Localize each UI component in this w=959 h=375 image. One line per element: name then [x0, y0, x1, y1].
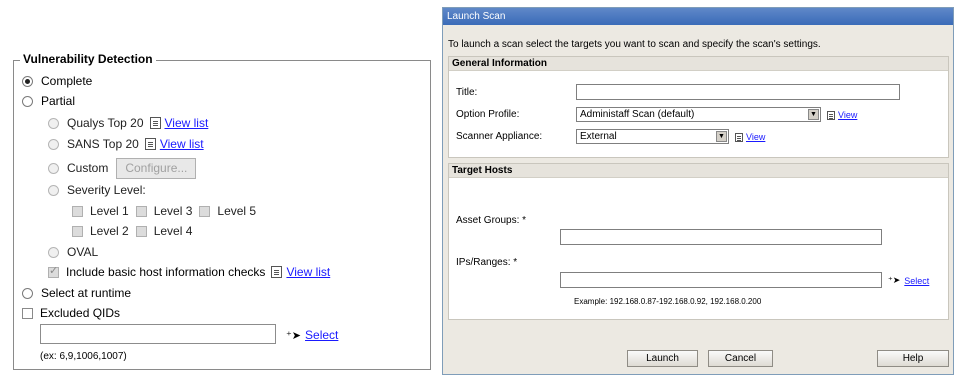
select-cursor-icon: ⁺➤ [286, 329, 302, 342]
launch-scan-dialog: Launch Scan To launch a scan select the … [442, 7, 954, 375]
ips-example-text: Example: 192.168.0.87-192.168.0.92, 192.… [574, 297, 762, 306]
option-sans-top-20[interactable]: SANS Top 20 View list [48, 135, 204, 153]
option-profile-view-link[interactable]: View [838, 110, 857, 120]
general-information-heading: General Information [449, 57, 948, 71]
include-basic-label: Include basic host information checks [66, 265, 266, 279]
qualys-label: Qualys Top 20 [67, 116, 144, 130]
dialog-intro: To launch a scan select the targets you … [448, 39, 821, 50]
scanner-appliance-select[interactable]: External ▼ [576, 129, 729, 144]
level-3-checkbox[interactable] [135, 205, 147, 217]
document-icon [827, 110, 835, 120]
severity-label: Severity Level: [67, 183, 146, 197]
document-icon [271, 266, 283, 278]
severity-levels-row-1: Level 1 Level 3 Level 5 [72, 202, 256, 220]
custom-label: Custom [67, 161, 109, 175]
configure-button[interactable]: Configure... [116, 157, 197, 179]
scanner-appliance-label: Scanner Appliance: [456, 131, 543, 142]
excluded-qids-hint: (ex: 6,9,1006,1007) [40, 351, 127, 362]
dropdown-arrow-icon[interactable]: ▼ [808, 109, 819, 120]
ips-ranges-label: IPs/Ranges: * [456, 257, 518, 268]
radio-icon[interactable] [22, 75, 33, 87]
scanner-appliance-value: External [580, 131, 617, 142]
severity-levels-row-2: Level 2 Level 4 [72, 222, 192, 240]
title-label: Title: [456, 87, 478, 98]
dropdown-arrow-icon[interactable]: ▼ [716, 131, 727, 142]
ips-ranges-select-link[interactable]: Select [904, 276, 929, 286]
radio-icon[interactable] [48, 117, 59, 129]
excluded-qids-select[interactable]: ⁺➤ Select [286, 328, 338, 342]
target-hosts-heading: Target Hosts [449, 164, 948, 178]
option-profile-view[interactable]: View [827, 110, 857, 120]
include-basic-checkbox[interactable] [48, 264, 59, 278]
select-runtime-label: Select at runtime [41, 286, 132, 300]
level-5-label: Level 5 [217, 204, 257, 218]
sans-label: SANS Top 20 [67, 137, 139, 151]
level-1-checkbox[interactable] [72, 205, 83, 217]
select-cursor-icon: ⁺➤ [888, 275, 901, 285]
vulnerability-detection-legend: Vulnerability Detection [20, 52, 156, 66]
document-icon [149, 117, 161, 129]
level-4-label: Level 4 [153, 224, 193, 238]
option-profile-select[interactable]: Administaff Scan (default) ▼ [576, 107, 821, 122]
help-button[interactable]: Help [877, 350, 949, 367]
document-icon [735, 132, 743, 142]
radio-icon[interactable] [48, 184, 59, 196]
include-basic-view-list-link[interactable]: View list [286, 265, 330, 279]
excluded-select-link[interactable]: Select [305, 328, 338, 342]
option-excluded-qids[interactable]: Excluded QIDs [22, 304, 120, 322]
cancel-button[interactable]: Cancel [708, 350, 773, 367]
asset-groups-input[interactable] [560, 229, 882, 245]
level-1-label: Level 1 [90, 204, 129, 218]
ips-ranges-select[interactable]: ⁺➤ Select [888, 275, 929, 286]
level-2-label: Level 2 [90, 224, 129, 238]
ips-ranges-input[interactable] [560, 272, 882, 288]
excluded-qids-checkbox[interactable] [22, 307, 33, 319]
radio-icon[interactable] [22, 95, 33, 107]
level-5-checkbox[interactable] [199, 205, 211, 217]
asset-groups-label: Asset Groups: * [456, 215, 527, 226]
oval-label: OVAL [67, 245, 99, 259]
radio-icon[interactable] [48, 246, 59, 258]
dialog-title: Launch Scan [443, 8, 953, 25]
include-basic-checks[interactable]: Include basic host information checks Vi… [48, 263, 330, 281]
option-profile-value: Administaff Scan (default) [580, 109, 695, 120]
level-2-checkbox[interactable] [72, 225, 83, 237]
sans-view-list-link[interactable]: View list [160, 137, 204, 151]
radio-icon[interactable] [48, 138, 59, 150]
option-qualys-top-20[interactable]: Qualys Top 20 View list [48, 114, 208, 132]
level-4-checkbox[interactable] [135, 225, 147, 237]
level-3-label: Level 3 [153, 204, 193, 218]
partial-label: Partial [41, 94, 76, 108]
scanner-appliance-view-link[interactable]: View [746, 132, 765, 142]
option-custom[interactable]: Custom Configure... [48, 156, 197, 180]
option-profile-label: Option Profile: [456, 109, 520, 120]
option-oval[interactable]: OVAL [48, 243, 98, 261]
excluded-qids-input[interactable] [40, 324, 276, 344]
scanner-appliance-view[interactable]: View [735, 132, 765, 142]
option-complete[interactable]: Complete [22, 72, 92, 90]
option-severity-level[interactable]: Severity Level: [48, 181, 146, 199]
qualys-view-list-link[interactable]: View list [165, 116, 209, 130]
radio-icon[interactable] [48, 162, 59, 174]
radio-icon[interactable] [22, 287, 33, 299]
option-select-at-runtime[interactable]: Select at runtime [22, 284, 131, 302]
excluded-qids-label: Excluded QIDs [40, 306, 121, 320]
complete-label: Complete [41, 74, 93, 88]
title-input[interactable] [576, 84, 900, 100]
launch-button[interactable]: Launch [627, 350, 698, 367]
document-icon [144, 138, 156, 150]
option-partial[interactable]: Partial [22, 92, 75, 110]
